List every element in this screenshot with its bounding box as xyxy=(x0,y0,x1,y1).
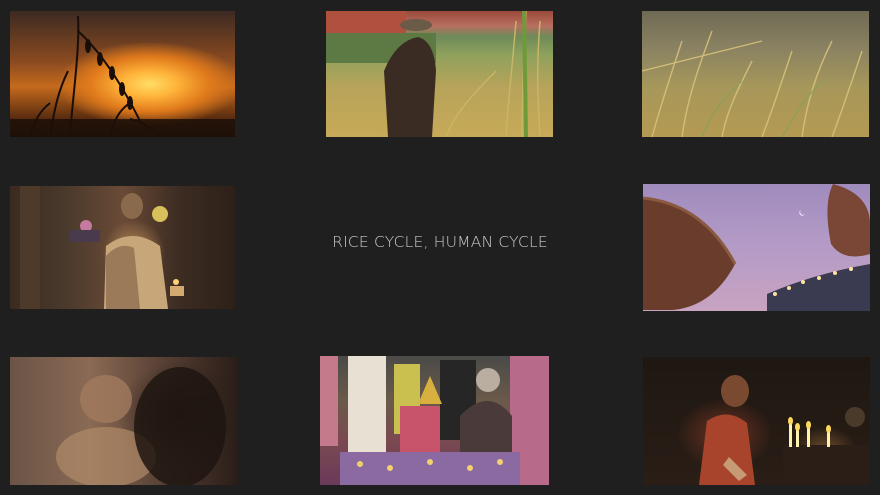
crowd-icon xyxy=(320,356,549,485)
video-thumbnail-sunset-rice[interactable] xyxy=(10,11,235,137)
rice-silhouette-icon xyxy=(10,15,235,137)
video-thumbnail-monk-shrine[interactable] xyxy=(10,186,235,309)
video-thumbnail-blurred-face[interactable] xyxy=(10,357,238,485)
monk-figure-icon xyxy=(20,186,184,309)
grass-icon xyxy=(642,30,863,137)
umbrella-icon xyxy=(643,184,870,311)
farmer-figure-icon xyxy=(326,11,541,137)
video-thumbnail-monk-candles[interactable] xyxy=(643,357,870,485)
candle-icon xyxy=(699,375,870,485)
video-thumbnail-umbrellas-dusk[interactable] xyxy=(643,184,870,311)
face-icon xyxy=(56,367,226,485)
page-title: RICE CYCLE, HUMAN CYCLE xyxy=(332,233,548,251)
video-thumbnail-farmer[interactable] xyxy=(326,11,553,137)
video-thumbnail-rice-field[interactable] xyxy=(642,11,869,137)
video-thumbnail-ceremony[interactable] xyxy=(320,356,549,485)
